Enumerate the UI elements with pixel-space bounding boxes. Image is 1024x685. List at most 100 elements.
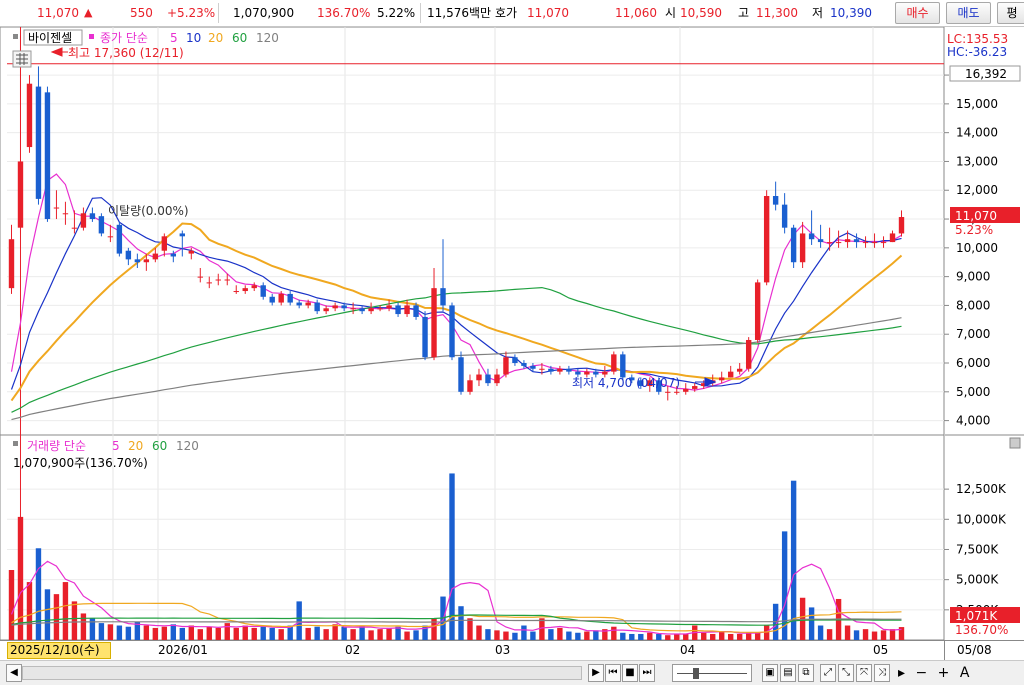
zoom-out-icon[interactable]: − <box>915 665 927 681</box>
extra-button[interactable]: 평 <box>997 2 1024 24</box>
candle-body <box>35 86 42 199</box>
volume-bar <box>35 548 42 640</box>
y-tick-label: 8,000 <box>956 298 990 312</box>
candle-body <box>269 296 275 303</box>
x-axis-bar: 2025/12/10(수) 2026/01 02 03 04 05 <box>0 640 944 660</box>
candle-body <box>440 288 446 306</box>
volume-bar <box>341 626 347 640</box>
volume-bar <box>701 632 707 640</box>
volume-bar <box>620 632 626 640</box>
ask-price: 11,070 <box>527 6 569 20</box>
chart-grid: 4,000 5,000 6,000 7,000 8,000 9,000 10,000 11,0… <box>0 27 1024 640</box>
reset-icon[interactable]: ⤨ <box>874 664 890 682</box>
volume-legend-label: 거래량 단순 <box>27 439 86 453</box>
candle-body <box>602 371 608 375</box>
volume-bar <box>386 627 392 640</box>
volume-bar <box>413 630 419 640</box>
buy-button[interactable]: 매수 <box>895 2 940 24</box>
divider <box>218 3 219 23</box>
y-tick-label: 6,000 <box>956 356 990 370</box>
volume-bar <box>8 570 15 640</box>
high-annotation: 최고 17,360 (12/11) <box>68 46 184 60</box>
candle-body <box>71 227 78 229</box>
volume-bar <box>197 629 203 640</box>
collapse-icon[interactable]: ⤡ <box>838 664 854 682</box>
volume-bar <box>575 632 581 640</box>
zoom-in-icon[interactable]: + <box>938 665 950 681</box>
y-tick-label: 7,000 <box>956 327 990 341</box>
candle-body <box>817 239 824 243</box>
volume-bar <box>269 627 275 640</box>
candle-body <box>494 374 500 384</box>
bid-label: 호가 <box>495 6 518 20</box>
legend-square-icon <box>13 441 18 446</box>
rewind-icon[interactable]: ⏮ <box>605 664 621 682</box>
volume-bar <box>332 624 338 640</box>
candle-body <box>566 368 572 372</box>
volume-ma-layer <box>10 560 902 635</box>
y-tick-label: 13,000 <box>956 154 998 168</box>
candle-body <box>395 305 401 315</box>
scroll-left-icon[interactable]: ◀ <box>6 664 22 682</box>
layout-icon[interactable]: ▣ <box>762 664 778 682</box>
volume-bar <box>377 629 383 640</box>
volume-bar <box>116 625 123 640</box>
volume-bar <box>206 626 212 640</box>
y-tick-label: 12,000 <box>956 183 998 197</box>
candle-body <box>215 279 221 281</box>
fit-icon[interactable]: ⤧ <box>856 664 872 682</box>
candlestick-layer <box>8 35 905 401</box>
candle-body <box>665 391 671 393</box>
grid-glyph <box>16 53 28 65</box>
scrollbar-track[interactable] <box>22 666 582 680</box>
split-icon[interactable]: ▤ <box>780 664 796 682</box>
auto-scale-icon[interactable]: A <box>960 665 970 681</box>
y-tick-label: 7,500K <box>956 542 999 556</box>
y-tick-label: 5,000K <box>956 573 999 587</box>
volume-bar <box>647 632 653 640</box>
copy-icon[interactable]: ⧉ <box>798 664 814 682</box>
volume-bar <box>476 625 482 640</box>
ma20-legend: 20 <box>208 31 223 45</box>
stock-name: 바이젠셀 <box>28 31 72 45</box>
low-annotation: 최저 4,700 (04/07) <box>572 376 680 390</box>
ma60-legend: 60 <box>232 31 247 45</box>
volume-bar <box>17 516 24 640</box>
x-label: 02 <box>345 643 361 657</box>
last-price-label: 11,070 <box>955 209 997 223</box>
panel-close-icon[interactable] <box>1009 437 1021 449</box>
ma120-legend: 120 <box>256 31 279 45</box>
volume-bar <box>359 625 365 640</box>
volume-bar <box>521 625 527 640</box>
current-price: 11,070 <box>37 6 79 20</box>
candle-body <box>44 92 51 220</box>
fast-forward-icon[interactable]: ⏭ <box>639 664 655 682</box>
quote-toolbar: 11,070 ▲ 550 +5.23% 1,070,900 136.70% 5.… <box>0 0 1024 27</box>
stock-chart[interactable]: 4,000 5,000 6,000 7,000 8,000 9,000 10,000 11,0… <box>0 27 1024 640</box>
sell-button[interactable]: 매도 <box>946 2 991 24</box>
play-icon[interactable]: ▶ <box>588 664 604 682</box>
expand-icon[interactable]: ⤢ <box>820 664 836 682</box>
candle-body <box>242 288 248 292</box>
zoom-slider[interactable] <box>672 664 752 682</box>
scroll-right-icon[interactable]: ▸ <box>898 665 905 681</box>
volume-bar <box>719 631 725 640</box>
stop-icon[interactable]: ■ <box>622 664 638 682</box>
candle-body <box>476 374 482 381</box>
candle-body <box>620 354 626 378</box>
last-volume-label: 1,071K <box>955 609 998 623</box>
volume-bar <box>296 601 302 640</box>
vma60-legend: 60 <box>152 439 167 453</box>
candle-body <box>503 357 509 375</box>
candle-body <box>458 357 464 392</box>
volume-bar <box>745 632 752 640</box>
candle-body <box>224 279 230 281</box>
volume-bar <box>485 629 491 640</box>
volume-bar <box>170 624 177 640</box>
legend-square-icon <box>13 34 18 39</box>
volume-bar <box>242 625 248 640</box>
volume-bar <box>566 631 572 640</box>
candle-body <box>674 391 680 393</box>
volume-bar <box>404 631 410 640</box>
candle-body <box>206 282 212 284</box>
